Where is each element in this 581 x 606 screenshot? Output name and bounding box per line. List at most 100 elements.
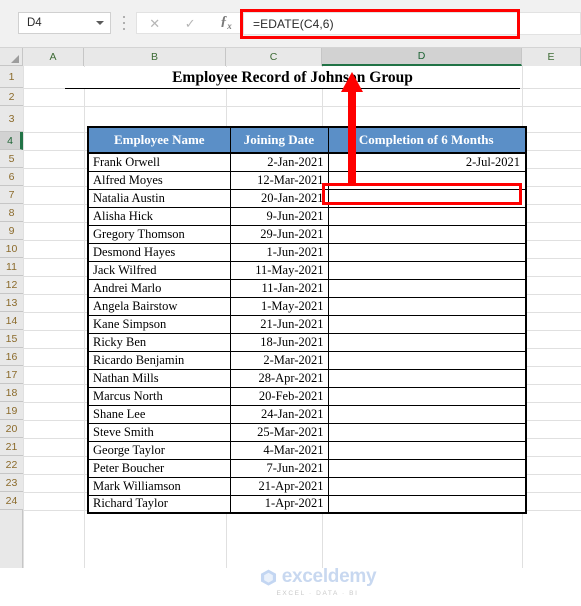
cell-joining-date[interactable]: 11-Jan-2021	[229, 278, 329, 298]
cell-employee-name[interactable]: Shane Lee	[87, 404, 231, 424]
row-header-10[interactable]: 10	[0, 240, 23, 258]
cell-employee-name[interactable]: Kane Simpson	[87, 314, 231, 334]
cell-completion[interactable]	[327, 188, 527, 208]
cell-joining-date[interactable]: 20-Feb-2021	[229, 386, 329, 406]
cell-joining-date[interactable]: 21-Jun-2021	[229, 314, 329, 334]
cell-employee-name[interactable]: Jack Wilfred	[87, 260, 231, 280]
cell-employee-name[interactable]: Ricky Ben	[87, 332, 231, 352]
watermark-brand: exceldemy	[281, 566, 377, 587]
check-icon[interactable]: ✓	[185, 17, 196, 30]
cell-completion[interactable]	[327, 440, 527, 460]
cell-completion[interactable]	[327, 170, 527, 190]
cell-employee-name[interactable]: Angela Bairstow	[87, 296, 231, 316]
cell-completion[interactable]	[327, 476, 527, 496]
cell-employee-name[interactable]: Marcus North	[87, 386, 231, 406]
row-header-8[interactable]: 8	[0, 204, 23, 222]
row-header-7[interactable]: 7	[0, 186, 23, 204]
cell-completion[interactable]	[327, 422, 527, 442]
cell-employee-name[interactable]: Peter Boucher	[87, 458, 231, 478]
cell-joining-date[interactable]: 2-Mar-2021	[229, 350, 329, 370]
cell-completion[interactable]	[327, 242, 527, 262]
cell-employee-name[interactable]: Richard Taylor	[87, 494, 231, 514]
row-header-16[interactable]: 16	[0, 348, 23, 366]
cell-employee-name[interactable]: Mark Williamson	[87, 476, 231, 496]
cell-employee-name[interactable]: Steve Smith	[87, 422, 231, 442]
cell-completion[interactable]	[327, 206, 527, 226]
cell-employee-name[interactable]: Ricardo Benjamin	[87, 350, 231, 370]
formula-input[interactable]: =EDATE(C4,6)	[243, 12, 519, 35]
row-header-6[interactable]: 6	[0, 168, 23, 186]
column-header-b[interactable]: B	[84, 48, 226, 66]
cell-joining-date[interactable]: 1-Jun-2021	[229, 242, 329, 262]
select-all-icon	[11, 55, 19, 63]
cell-joining-date[interactable]: 24-Jan-2021	[229, 404, 329, 424]
cell-employee-name[interactable]: Gregory Thomson	[87, 224, 231, 244]
row-header-17[interactable]: 17	[0, 366, 23, 384]
row-header-15[interactable]: 15	[0, 330, 23, 348]
row-header-9[interactable]: 9	[0, 222, 23, 240]
cell-completion[interactable]	[327, 296, 527, 316]
cell-employee-name[interactable]: Frank Orwell	[87, 152, 231, 172]
column-header-d[interactable]: D	[322, 48, 522, 66]
cell-joining-date[interactable]: 18-Jun-2021	[229, 332, 329, 352]
row-header-18[interactable]: 18	[0, 384, 23, 402]
column-header-e[interactable]: E	[522, 48, 581, 66]
cell-employee-name[interactable]: Alfred Moyes	[87, 170, 231, 190]
cell-completion[interactable]	[327, 350, 527, 370]
cell-completion[interactable]	[327, 332, 527, 352]
row-header-19[interactable]: 19	[0, 402, 23, 420]
select-all-corner[interactable]	[0, 48, 23, 66]
cell-joining-date[interactable]: 4-Mar-2021	[229, 440, 329, 460]
row-header-3[interactable]: 3	[0, 106, 23, 132]
row-header-5[interactable]: 5	[0, 150, 23, 168]
cell-completion[interactable]	[327, 386, 527, 406]
row-header-11[interactable]: 11	[0, 258, 23, 276]
cell-joining-date[interactable]: 1-May-2021	[229, 296, 329, 316]
name-box[interactable]: D4	[18, 12, 111, 34]
cell-completion[interactable]	[327, 224, 527, 244]
row-header-2[interactable]: 2	[0, 88, 23, 106]
cell-joining-date[interactable]: 7-Jun-2021	[229, 458, 329, 478]
cell-completion[interactable]	[327, 278, 527, 298]
cell-completion[interactable]	[327, 404, 527, 424]
cell-joining-date[interactable]: 20-Jan-2021	[229, 188, 329, 208]
cell-employee-name[interactable]: Andrei Marlo	[87, 278, 231, 298]
cell-joining-date[interactable]: 12-Mar-2021	[229, 170, 329, 190]
cell-joining-date[interactable]: 2-Jan-2021	[229, 152, 329, 172]
cell-employee-name[interactable]: Natalia Austin	[87, 188, 231, 208]
column-header-c[interactable]: C	[226, 48, 322, 66]
row-header-21[interactable]: 21	[0, 438, 23, 456]
cell-joining-date[interactable]: 25-Mar-2021	[229, 422, 329, 442]
cell-joining-date[interactable]: 9-Jun-2021	[229, 206, 329, 226]
row-header-24[interactable]: 24	[0, 492, 23, 510]
row-header-23[interactable]: 23	[0, 474, 23, 492]
cell-joining-date[interactable]: 11-May-2021	[229, 260, 329, 280]
cell-employee-name[interactable]: Nathan Mills	[87, 368, 231, 388]
cell-completion[interactable]	[327, 494, 527, 514]
cell-completion[interactable]	[327, 314, 527, 334]
cell-joining-date[interactable]: 1-Apr-2021	[229, 494, 329, 514]
row-header-12[interactable]: 12	[0, 276, 23, 294]
cell-joining-date[interactable]: 21-Apr-2021	[229, 476, 329, 496]
table-row: Mark Williamson 21-Apr-2021	[87, 476, 527, 496]
chevron-down-icon[interactable]	[96, 21, 104, 25]
cell-employee-name[interactable]: George Taylor	[87, 440, 231, 460]
cell-completion[interactable]	[327, 458, 527, 478]
cell-completion[interactable]: 2-Jul-2021	[327, 152, 527, 172]
row-header-4[interactable]: 4	[0, 132, 23, 150]
cell-employee-name[interactable]: Alisha Hick	[87, 206, 231, 226]
row-header-13[interactable]: 13	[0, 294, 23, 312]
cell-completion[interactable]	[327, 260, 527, 280]
row-header-20[interactable]: 20	[0, 420, 23, 438]
cell-joining-date[interactable]: 29-Jun-2021	[229, 224, 329, 244]
cell-joining-date[interactable]: 28-Apr-2021	[229, 368, 329, 388]
close-icon[interactable]: ✕	[149, 17, 160, 30]
table-row: Steve Smith 25-Mar-2021	[87, 422, 527, 442]
cell-completion[interactable]	[327, 368, 527, 388]
row-header-14[interactable]: 14	[0, 312, 23, 330]
row-header-22[interactable]: 22	[0, 456, 23, 474]
cell-employee-name[interactable]: Desmond Hayes	[87, 242, 231, 262]
fx-icon[interactable]: ƒx	[220, 15, 232, 31]
column-header-a[interactable]: A	[23, 48, 84, 66]
row-header-1[interactable]: 1	[0, 66, 23, 88]
